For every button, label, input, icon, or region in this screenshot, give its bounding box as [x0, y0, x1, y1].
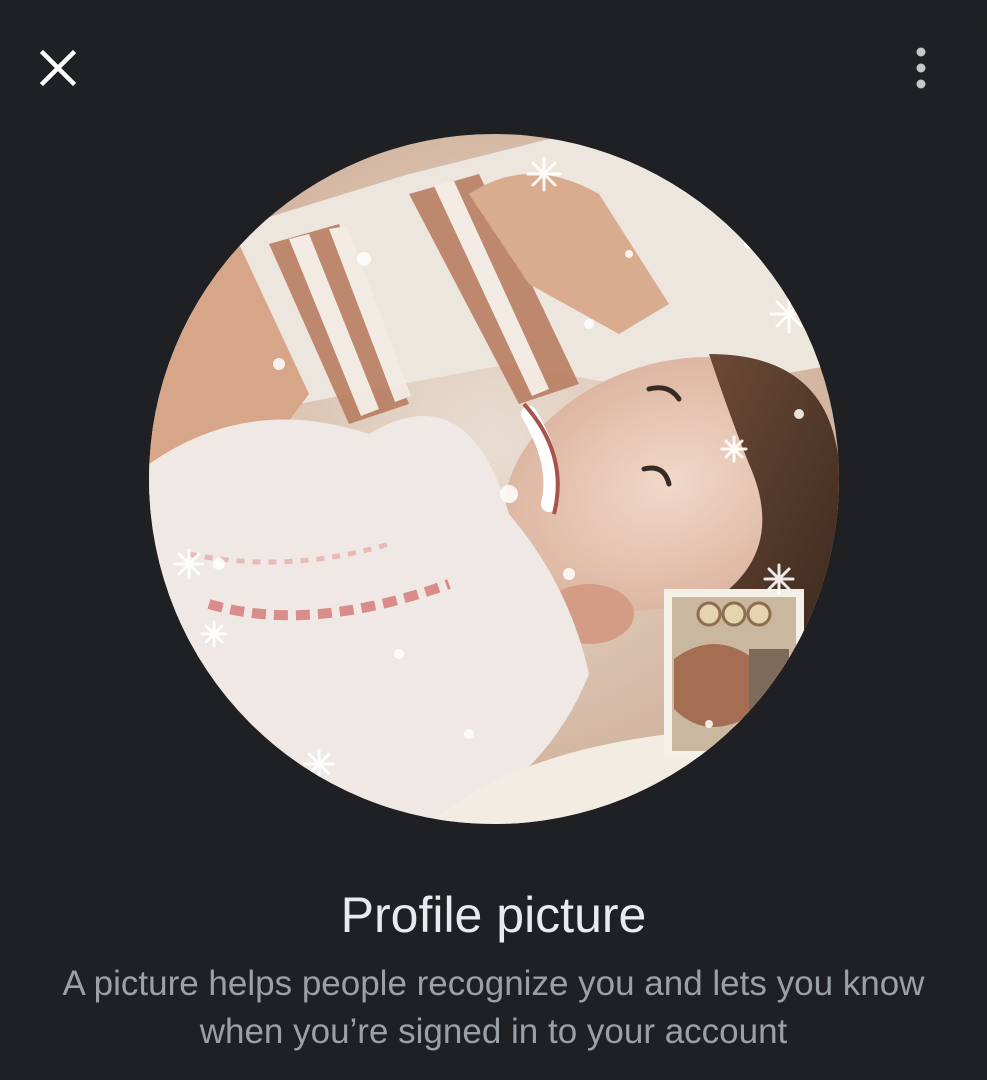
- profile-photo: [149, 134, 839, 824]
- more-options-button[interactable]: [891, 38, 951, 98]
- dialog-description: A picture helps people recognize you and…: [62, 964, 925, 1051]
- more-vert-icon: [916, 47, 926, 89]
- dialog-title: Profile picture: [340, 887, 647, 943]
- close-icon: [39, 49, 77, 87]
- profile-picture-dialog: Profile picture A picture helps people r…: [0, 0, 987, 1080]
- close-button[interactable]: [28, 38, 88, 98]
- profile-avatar[interactable]: [149, 134, 839, 824]
